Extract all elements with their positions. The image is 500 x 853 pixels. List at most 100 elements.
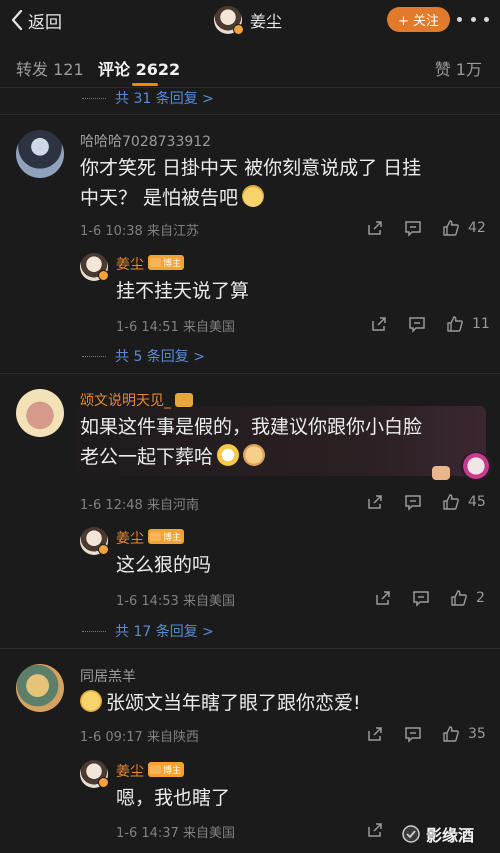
share-icon <box>372 317 386 331</box>
share-button[interactable] <box>366 493 386 513</box>
dots-divider <box>82 97 106 99</box>
reply-meta: 1-6 14:53 来自美国 <box>116 594 235 609</box>
tab-comment[interactable]: 评论 2622 <box>98 56 180 80</box>
like-button[interactable] <box>442 219 462 239</box>
share-icon <box>368 727 382 741</box>
smile-emoji-icon <box>80 690 102 712</box>
crown-icon <box>175 393 193 407</box>
comment-icon <box>405 221 421 237</box>
verified-badge-icon <box>98 777 109 788</box>
author-badge: 博主 <box>148 529 185 544</box>
view-replies-label: 共 17 条回复 > <box>115 624 214 640</box>
view-replies-link[interactable]: 共 5 条回复 > <box>82 346 205 366</box>
share-button[interactable] <box>370 315 390 335</box>
more-options-button[interactable] <box>457 9 489 29</box>
comment-actions: 45 <box>366 493 486 513</box>
reply-actions: 2 <box>374 589 490 609</box>
verified-badge-icon <box>233 24 244 35</box>
tab-like[interactable]: 赞 1万 <box>435 56 482 80</box>
comment-username[interactable]: 颂文说明天见_ <box>80 390 193 410</box>
reply-meta: 1-6 14:37 来自美国 <box>116 826 235 841</box>
reply-username-label: 姜尘 <box>116 531 144 547</box>
reply-button[interactable] <box>404 493 424 513</box>
avatar[interactable] <box>16 389 64 437</box>
share-button[interactable] <box>366 219 386 239</box>
author-badge-label: 博主 <box>163 533 182 543</box>
like-button[interactable] <box>450 589 470 609</box>
tab-repost[interactable]: 转发 121 <box>16 56 84 80</box>
dot-icon <box>470 16 476 22</box>
thumbs-up-icon <box>443 220 459 236</box>
comment-text: 张颂文当年瞎了眼了跟你恋爱! <box>80 688 361 718</box>
grin-emoji-icon <box>217 444 240 466</box>
chevron-left-icon <box>11 9 23 31</box>
comment-meta: 1-6 12:48 来自河南 <box>80 498 199 513</box>
follow-button[interactable]: + 关注 <box>387 7 450 32</box>
tab-active-indicator <box>132 83 158 86</box>
back-label: 返回 <box>28 12 62 33</box>
reply-username[interactable]: 姜尘 博主 <box>116 761 185 781</box>
like-button[interactable] <box>442 725 462 745</box>
divider <box>0 373 500 374</box>
reply-username[interactable]: 姜尘 博主 <box>116 528 185 548</box>
avatar[interactable] <box>16 664 64 712</box>
reply-button[interactable] <box>408 315 428 335</box>
share-button[interactable] <box>366 725 386 745</box>
verified-badge-icon <box>98 544 109 555</box>
like-button[interactable] <box>446 315 466 335</box>
like-count: 11 <box>472 316 490 332</box>
comment-meta: 1-6 09:17 来自陕西 <box>80 730 199 745</box>
crown-icon <box>150 258 161 267</box>
like-count: 2 <box>476 590 485 606</box>
author-badge: 博主 <box>148 762 185 777</box>
thumbs-up-icon <box>443 726 459 742</box>
divider <box>0 114 500 115</box>
reply-username-label: 姜尘 <box>116 764 144 780</box>
comment-text-line: 如果这件事是假的，我建议你跟你小白脸 <box>80 416 423 438</box>
comment-icon <box>409 317 425 333</box>
cow-sticker-icon <box>460 452 492 480</box>
watermark: 影缘酒 <box>400 822 474 846</box>
dots-divider <box>82 355 106 357</box>
comment-actions: 35 <box>366 725 486 745</box>
crown-icon <box>150 765 161 774</box>
view-replies-link[interactable]: 共 17 条回复 > <box>82 621 214 641</box>
like-count: 45 <box>468 494 486 510</box>
author-badge: 博主 <box>148 255 185 270</box>
comment-text: 如果这件事是假的，我建议你跟你小白脸 <box>80 412 422 442</box>
reply-button[interactable] <box>404 219 424 239</box>
comment-username[interactable]: 同居羔羊 <box>80 666 136 686</box>
share-button[interactable] <box>374 589 394 609</box>
comment-text: 你才笑死 日掛中天 被你刻意说成了 日挂 <box>80 153 421 183</box>
verified-badge-icon <box>98 270 109 281</box>
crown-icon <box>150 532 161 541</box>
cat-sticker-icon <box>432 466 450 480</box>
tab-bar: 转发 121 评论 2622 赞 1万 <box>0 44 500 88</box>
avatar[interactable] <box>16 130 64 178</box>
author-badge-label: 博主 <box>163 259 182 269</box>
thumbs-up-icon <box>443 494 459 510</box>
reply-button[interactable] <box>404 725 424 745</box>
back-button[interactable]: 返回 <box>10 7 62 33</box>
reply-text: 挂不挂天说了算 <box>116 280 250 302</box>
comment-username[interactable]: 哈哈哈7028733912 <box>80 131 211 151</box>
nav-username: 姜尘 <box>250 12 283 31</box>
comment-text-line: 张颂文当年瞎了眼了跟你恋爱! <box>106 692 361 714</box>
comment-text-line: 中天？ 是怕被告吧 <box>80 187 239 209</box>
share-button[interactable] <box>366 821 386 841</box>
view-replies-label: 共 5 条回复 > <box>115 349 205 365</box>
reply-username[interactable]: 姜尘 博主 <box>116 254 185 274</box>
like-button[interactable] <box>442 493 462 513</box>
nav-user[interactable]: 姜尘 <box>214 6 283 35</box>
comment-meta: 1-6 10:38 来自江苏 <box>80 224 199 239</box>
comment-text-line: 老公一起下葬哈 <box>80 446 214 468</box>
comment-text: 老公一起下葬哈 <box>80 442 266 472</box>
reply-button[interactable] <box>412 589 432 609</box>
author-badge-label: 博主 <box>163 766 182 776</box>
thumbs-up-icon <box>451 590 467 606</box>
view-replies-link[interactable]: 共 31 条回复 > <box>82 88 214 108</box>
divider <box>0 648 500 649</box>
thumbs-up-icon <box>447 316 463 332</box>
comment-text: 中天？ 是怕被告吧 <box>80 183 265 213</box>
share-icon <box>376 591 390 605</box>
